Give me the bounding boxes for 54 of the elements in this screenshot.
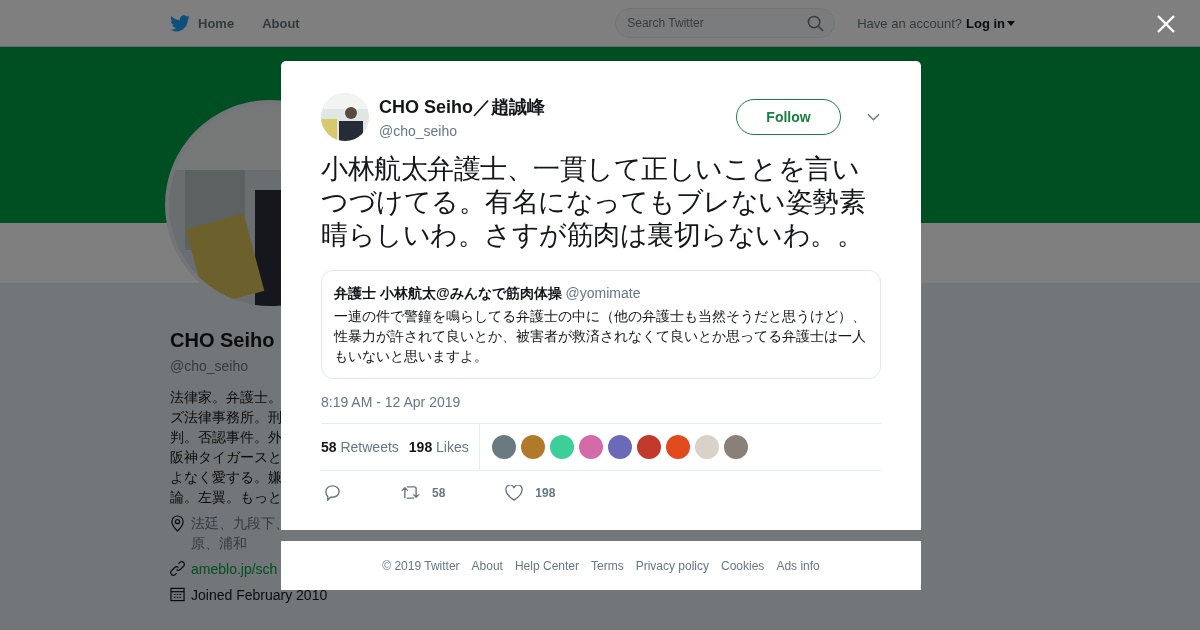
quoted-author-name: 弁護士 小林航太@みんなで筋肉体操: [334, 285, 562, 301]
footer-link[interactable]: About: [471, 558, 503, 573]
retweet-icon[interactable]: [401, 485, 420, 500]
caret-icon[interactable]: [1007, 20, 1015, 26]
bio-line: 阪神タイガースと: [170, 448, 282, 467]
retweet-count: 58: [432, 485, 446, 500]
heart-icon[interactable]: [505, 484, 524, 501]
liker-avatar[interactable]: [520, 435, 545, 459]
liker-avatar[interactable]: [607, 435, 632, 459]
retweets-count[interactable]: 58 Retweets: [321, 439, 399, 455]
tweet-timestamp: 8:19 AM - 12 Apr 2019: [321, 394, 462, 410]
calendar-icon: [170, 587, 185, 602]
close-icon[interactable]: [1157, 15, 1175, 33]
likes-count[interactable]: 198 Likes: [408, 439, 469, 455]
bird-logo-icon[interactable]: [170, 14, 190, 32]
liker-avatar[interactable]: [636, 435, 661, 459]
bio-line: 判。否認事件。外: [170, 428, 282, 447]
footer-link[interactable]: Privacy policy: [635, 558, 709, 573]
liker-avatar[interactable]: [578, 435, 603, 459]
footer-link[interactable]: Cookies: [721, 558, 765, 573]
footer-link[interactable]: © 2019 Twitter: [382, 558, 460, 573]
about-link[interactable]: About: [262, 15, 300, 31]
tweet-text: 小林航太弁護士、一貫して正しいことを言いつづけてる。有名になってもブレない姿勢素晴らしいわ。さすが筋肉は裏切らないわ。。: [321, 153, 866, 252]
search-icon[interactable]: [807, 15, 825, 32]
liker-avatar[interactable]: [723, 435, 748, 459]
profile-handle: @cho_seiho: [170, 358, 249, 374]
author-name: CHO Seiho／趙誠峰: [379, 96, 546, 119]
chevron-down-icon[interactable]: [867, 113, 880, 121]
joined-date: Joined February 2010: [191, 586, 328, 605]
bio-line: 論。左翼。もっと: [170, 488, 282, 507]
footer-link[interactable]: Terms: [591, 558, 624, 573]
location-text: 法廷、九段下、: [191, 514, 289, 533]
quoted-tweet[interactable]: 弁護士 小林航太@みんなで筋肉体操 @yomimate 一連の件で警鐘を鳴らしてる弁護士の中に（他の弁護士も当然そうだと思うけど）、性暴力が許されて良いとか、被害者が救済されなくて良いとか思ってる弁護士は一人もいないと思いますよ。: [321, 270, 881, 379]
author-handle: @cho_seiho: [379, 123, 459, 139]
home-link[interactable]: Home: [198, 15, 235, 31]
location-icon: [170, 515, 185, 532]
liker-avatar[interactable]: [491, 435, 516, 459]
follow-button[interactable]: Follow: [736, 99, 841, 135]
login-link[interactable]: Log in: [966, 15, 1005, 31]
profile-name: CHO Seiho: [170, 329, 275, 352]
liker-avatar[interactable]: [665, 435, 690, 459]
reply-icon[interactable]: [324, 484, 341, 501]
link-icon: [170, 561, 185, 576]
search-field[interactable]: Search Twitter: [615, 8, 836, 38]
like-count: 198: [535, 485, 556, 500]
quoted-author-handle: @yomimate: [565, 285, 641, 301]
location-text: 原、浦和: [191, 534, 248, 553]
bio-line: よなく愛する。嫌: [170, 468, 282, 487]
bio-line: 法律家。弁護士。: [170, 388, 282, 407]
quoted-tweet-text: 一連の件で警鐘を鳴らしてる弁護士の中に（他の弁護士も当然そうだと思うけど）、性暴力が許されて良いとか、被害者が救済されなくて良いとか思ってる弁護士は一人もいないと思いますよ。: [334, 307, 867, 366]
account-prompt: Have an account?: [857, 15, 962, 31]
footer-link[interactable]: Ads info: [776, 558, 820, 573]
bio-line: ズ法律事務所。刑: [170, 408, 282, 427]
footer-link[interactable]: Help Center: [514, 558, 579, 573]
